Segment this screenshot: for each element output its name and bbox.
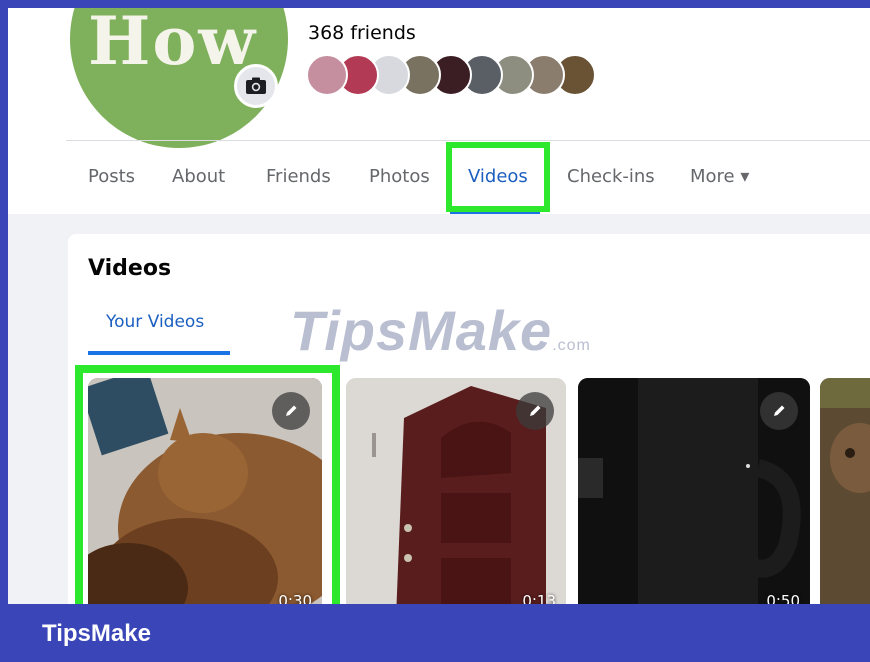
brand-logo-text: TipsMake: [42, 620, 151, 647]
edit-video-button[interactable]: [760, 392, 798, 430]
avatar-logo-text: How: [88, 8, 258, 80]
your-videos-tab-indicator: [88, 351, 230, 355]
facebook-profile-screen: How 368 friends Posts About Friends Phot…: [8, 8, 870, 608]
videos-section-title: Videos: [88, 256, 172, 281]
brand-footer: TipsMake: [0, 604, 870, 662]
watermark: TipsMake.com: [290, 298, 591, 363]
profile-tabs: Posts About Friends Photos Videos Check-…: [8, 146, 870, 214]
watermark-suffix: .com: [552, 337, 591, 354]
videos-tab-highlight: [446, 142, 550, 212]
video-thumbnail-highlight: [75, 365, 340, 608]
video-still-animal: [820, 378, 870, 608]
your-videos-tab[interactable]: Your Videos: [106, 312, 204, 332]
watermark-text: TipsMake: [290, 299, 553, 362]
profile-header: How 368 friends Posts About Friends Phot…: [8, 8, 870, 214]
tab-photos[interactable]: Photos: [369, 166, 430, 187]
video-thumbnail[interactable]: [820, 378, 870, 608]
friends-count[interactable]: 368 friends: [308, 22, 416, 44]
pencil-icon: [530, 405, 541, 416]
tab-about[interactable]: About: [172, 166, 225, 187]
tab-friends[interactable]: Friends: [266, 166, 331, 187]
tab-check-ins[interactable]: Check-ins: [567, 166, 655, 187]
friend-avatar[interactable]: [306, 54, 348, 96]
header-divider: [66, 140, 870, 141]
camera-icon: [246, 77, 266, 94]
pencil-icon: [774, 405, 785, 416]
update-photo-button[interactable]: [234, 64, 278, 108]
tab-posts[interactable]: Posts: [88, 166, 135, 187]
video-thumbnail[interactable]: 0:50: [578, 378, 810, 608]
tab-more[interactable]: More ▾: [690, 166, 749, 187]
video-thumbnail[interactable]: 0:13: [346, 378, 566, 608]
edit-video-button[interactable]: [516, 392, 554, 430]
